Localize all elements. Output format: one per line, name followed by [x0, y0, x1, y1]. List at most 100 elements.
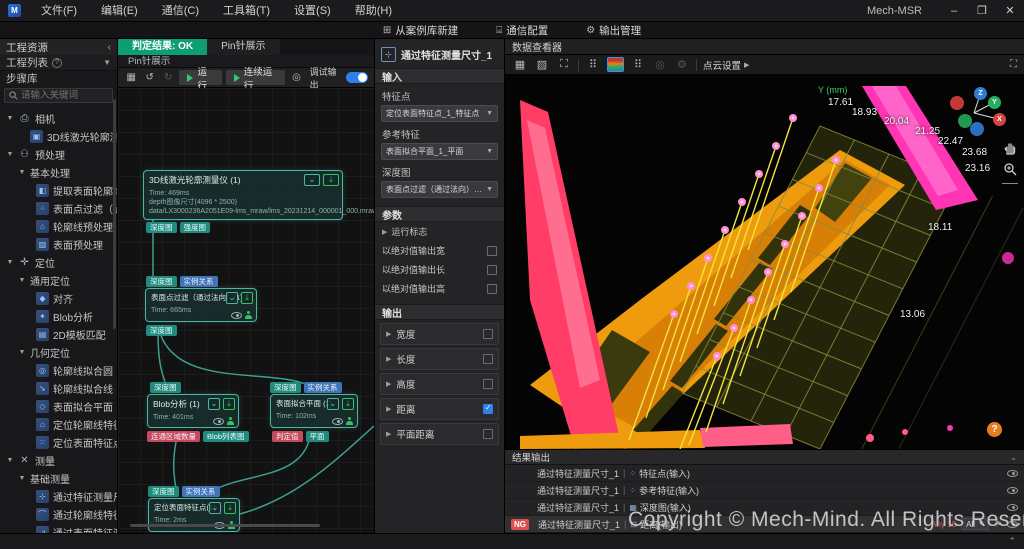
tree-item[interactable]: ⌂定位轮廓线特征点 — [0, 415, 117, 433]
expand-icon[interactable]: ▶ — [382, 228, 387, 236]
expand-icon[interactable]: ▶ — [386, 380, 391, 388]
result-row[interactable]: 通过特征测量尺寸_1| ⁘ 特征点(输入) — [505, 465, 1024, 482]
orientation-gizmo[interactable]: Z Y X — [936, 83, 1006, 143]
point-cloud-settings-button[interactable]: 点云设置▶ — [703, 58, 749, 72]
port-tag[interactable]: 强度图 — [180, 222, 211, 233]
redo-icon[interactable]: ↻ — [161, 71, 175, 85]
tree-item[interactable]: ▨表面预处理 — [0, 235, 117, 253]
minimize-button[interactable]: – — [940, 0, 968, 22]
checkbox[interactable] — [483, 379, 493, 389]
eye-icon[interactable] — [332, 418, 343, 425]
reference-feature-select[interactable]: 表面拟合平面_1_平面▼ — [381, 143, 498, 160]
gizmo-x-axis[interactable]: X — [993, 113, 1006, 126]
tree-category-camera[interactable]: ▼⎙相机 — [0, 109, 117, 127]
debug-output-toggle[interactable] — [346, 72, 368, 83]
project-list-row[interactable]: 工程列表 ? ▼ — [0, 55, 117, 71]
node-run-to-icon[interactable]: ⤓ — [323, 174, 339, 186]
port-tag[interactable]: 实例关系 — [182, 486, 220, 497]
node-run-to-icon[interactable]: ⤓ — [223, 398, 235, 410]
node-run-to-icon[interactable]: ⤓ — [342, 398, 354, 410]
gizmo-x-neg[interactable] — [950, 96, 964, 110]
node-view-icon[interactable]: ⌄ — [226, 292, 238, 304]
tab-pin-display[interactable]: Pin针展示 — [207, 39, 279, 55]
node-fit-plane[interactable]: 表面拟合平面 (1) Time: 102ms ⌄⤓ — [270, 394, 358, 428]
output-length-row[interactable]: ▶长度 — [380, 348, 499, 370]
run-flag-row[interactable]: ▶运行标志 — [375, 222, 504, 241]
eye-icon[interactable] — [213, 418, 224, 425]
eye-icon[interactable] — [1007, 504, 1018, 511]
communication-config-button[interactable]: ⌸通信配置 — [490, 22, 554, 39]
output-plane-distance-row[interactable]: ▶平面距离 — [380, 423, 499, 445]
canvas-horizontal-scrollbar[interactable] — [130, 524, 320, 527]
collapse-icon[interactable]: ⌄ — [1010, 453, 1017, 462]
tree-item[interactable]: ◇表面拟合平面 — [0, 397, 117, 415]
node-run-to-icon[interactable]: ⤓ — [241, 292, 253, 304]
undo-icon[interactable]: ↺ — [142, 71, 156, 85]
checkbox[interactable] — [483, 329, 493, 339]
gizmo-y-axis[interactable]: Y — [988, 96, 1001, 109]
node-run-to-icon[interactable]: ⤓ — [224, 502, 236, 514]
view-image-icon[interactable]: ⛶ — [556, 57, 572, 72]
tree-item[interactable]: ⁙定位表面特征点 — [0, 433, 117, 451]
menu-communication[interactable]: 通信(C) — [150, 0, 211, 22]
run-continuous-button[interactable]: 连续运行 — [226, 70, 285, 85]
port-tag[interactable]: 实例关系 — [180, 276, 218, 287]
port-tag[interactable]: 深度图 — [148, 486, 179, 497]
view-dots2-icon[interactable]: ⠿ — [630, 57, 646, 72]
result-filter-dropdown[interactable]: All▼ — [961, 518, 989, 530]
node-view-icon[interactable]: ⌄ — [208, 398, 220, 410]
tab-result-ok[interactable]: 判定结果: OK — [118, 39, 207, 55]
checkbox-checked[interactable] — [483, 404, 493, 414]
view-dots-icon[interactable]: ⠿ — [585, 57, 601, 72]
port-tag[interactable]: 深度图 — [146, 325, 177, 336]
sidebar-collapse-icon[interactable]: ‹ — [108, 41, 112, 53]
tree-item[interactable]: ◧提取表面轮廓线 — [0, 181, 117, 199]
node-surface-filter[interactable]: 表面点过滤（通过法向）(1) Time: 665ms ⌄⤓ — [145, 288, 257, 322]
port-tag[interactable]: Blob列表图 — [203, 431, 249, 442]
port-tag[interactable]: 深度图 — [146, 222, 177, 233]
menu-help[interactable]: 帮助(H) — [343, 0, 404, 22]
close-button[interactable]: ✕ — [996, 0, 1024, 22]
menu-toolbox[interactable]: 工具箱(T) — [211, 0, 282, 22]
menu-settings[interactable]: 设置(S) — [282, 0, 343, 22]
tree-category-preprocess[interactable]: ▼⚇预处理 — [0, 145, 117, 163]
menu-edit[interactable]: 编辑(E) — [89, 0, 150, 22]
collapse-up-icon[interactable]: ⌃ — [1008, 536, 1016, 547]
result-row[interactable]: 通过特征测量尺寸_1| ▦ 深度图(输入) — [505, 499, 1024, 516]
pin-icon[interactable]: ⚑ — [994, 519, 1002, 530]
sidebar-scrollbar[interactable] — [113, 99, 116, 329]
port-tag[interactable]: 平面 — [306, 431, 329, 442]
view-colormap-icon[interactable]: ▦ — [607, 57, 624, 72]
chevron-down-icon[interactable]: ▼ — [103, 58, 111, 67]
tree-item[interactable]: ◎轮廓线拟合圆 — [0, 361, 117, 379]
expand-view-icon[interactable]: ⛶ — [1010, 59, 1017, 70]
tree-item-profiler[interactable]: ▣3D线激光轮廓测量仪 — [0, 127, 117, 145]
eye-icon[interactable] — [1007, 470, 1018, 477]
result-row-distance[interactable]: NG 通过特征测量尺寸_1| ⊟ 距离(输出) Any 18 All▼ ⚑ — [505, 516, 1024, 533]
help-button[interactable]: ? — [987, 422, 1002, 437]
checkbox[interactable] — [483, 429, 493, 439]
zoom-icon[interactable] — [1003, 162, 1017, 176]
node-view-icon[interactable]: ⌄ — [327, 398, 339, 410]
result-row[interactable]: 通过特征测量尺寸_1| ⁘ 参考特征(输入) — [505, 482, 1024, 499]
expand-icon[interactable]: ▶ — [386, 355, 391, 363]
tree-item[interactable]: ⊹通过特征测量尺寸 — [0, 487, 117, 505]
port-tag[interactable]: 深度图 — [146, 276, 177, 287]
target-icon[interactable]: ◎ — [289, 71, 303, 85]
port-tag[interactable]: 实例关系 — [304, 382, 342, 393]
gizmo-z-neg[interactable] — [970, 122, 984, 136]
node-view-icon[interactable]: ⌄ — [209, 502, 221, 514]
menu-file[interactable]: 文件(F) — [29, 0, 89, 22]
tree-category-locate[interactable]: ▼✛定位 — [0, 253, 117, 271]
output-manage-button[interactable]: ⚙输出管理 — [580, 22, 647, 39]
point-cloud-viewport[interactable]: Y (mm) 17.61 18.93 20.04 21.25 22.47 23.… — [505, 75, 1024, 449]
tree-category-geometric-locate[interactable]: ▼几何定位 — [0, 343, 117, 361]
output-width-row[interactable]: ▶宽度 — [380, 323, 499, 345]
tree-item[interactable]: ⌂轮廓线预处理 — [0, 217, 117, 235]
tree-category-basic-measure[interactable]: ▼基础测量 — [0, 469, 117, 487]
feature-point-select[interactable]: 定位表面特征点_1_特征点▼ — [381, 105, 498, 122]
pan-hand-icon[interactable] — [1003, 141, 1017, 155]
view-gear-icon[interactable]: ⚙ — [674, 57, 690, 72]
checkbox[interactable] — [487, 265, 497, 275]
node-view-icon[interactable]: ⌄ — [304, 174, 320, 186]
